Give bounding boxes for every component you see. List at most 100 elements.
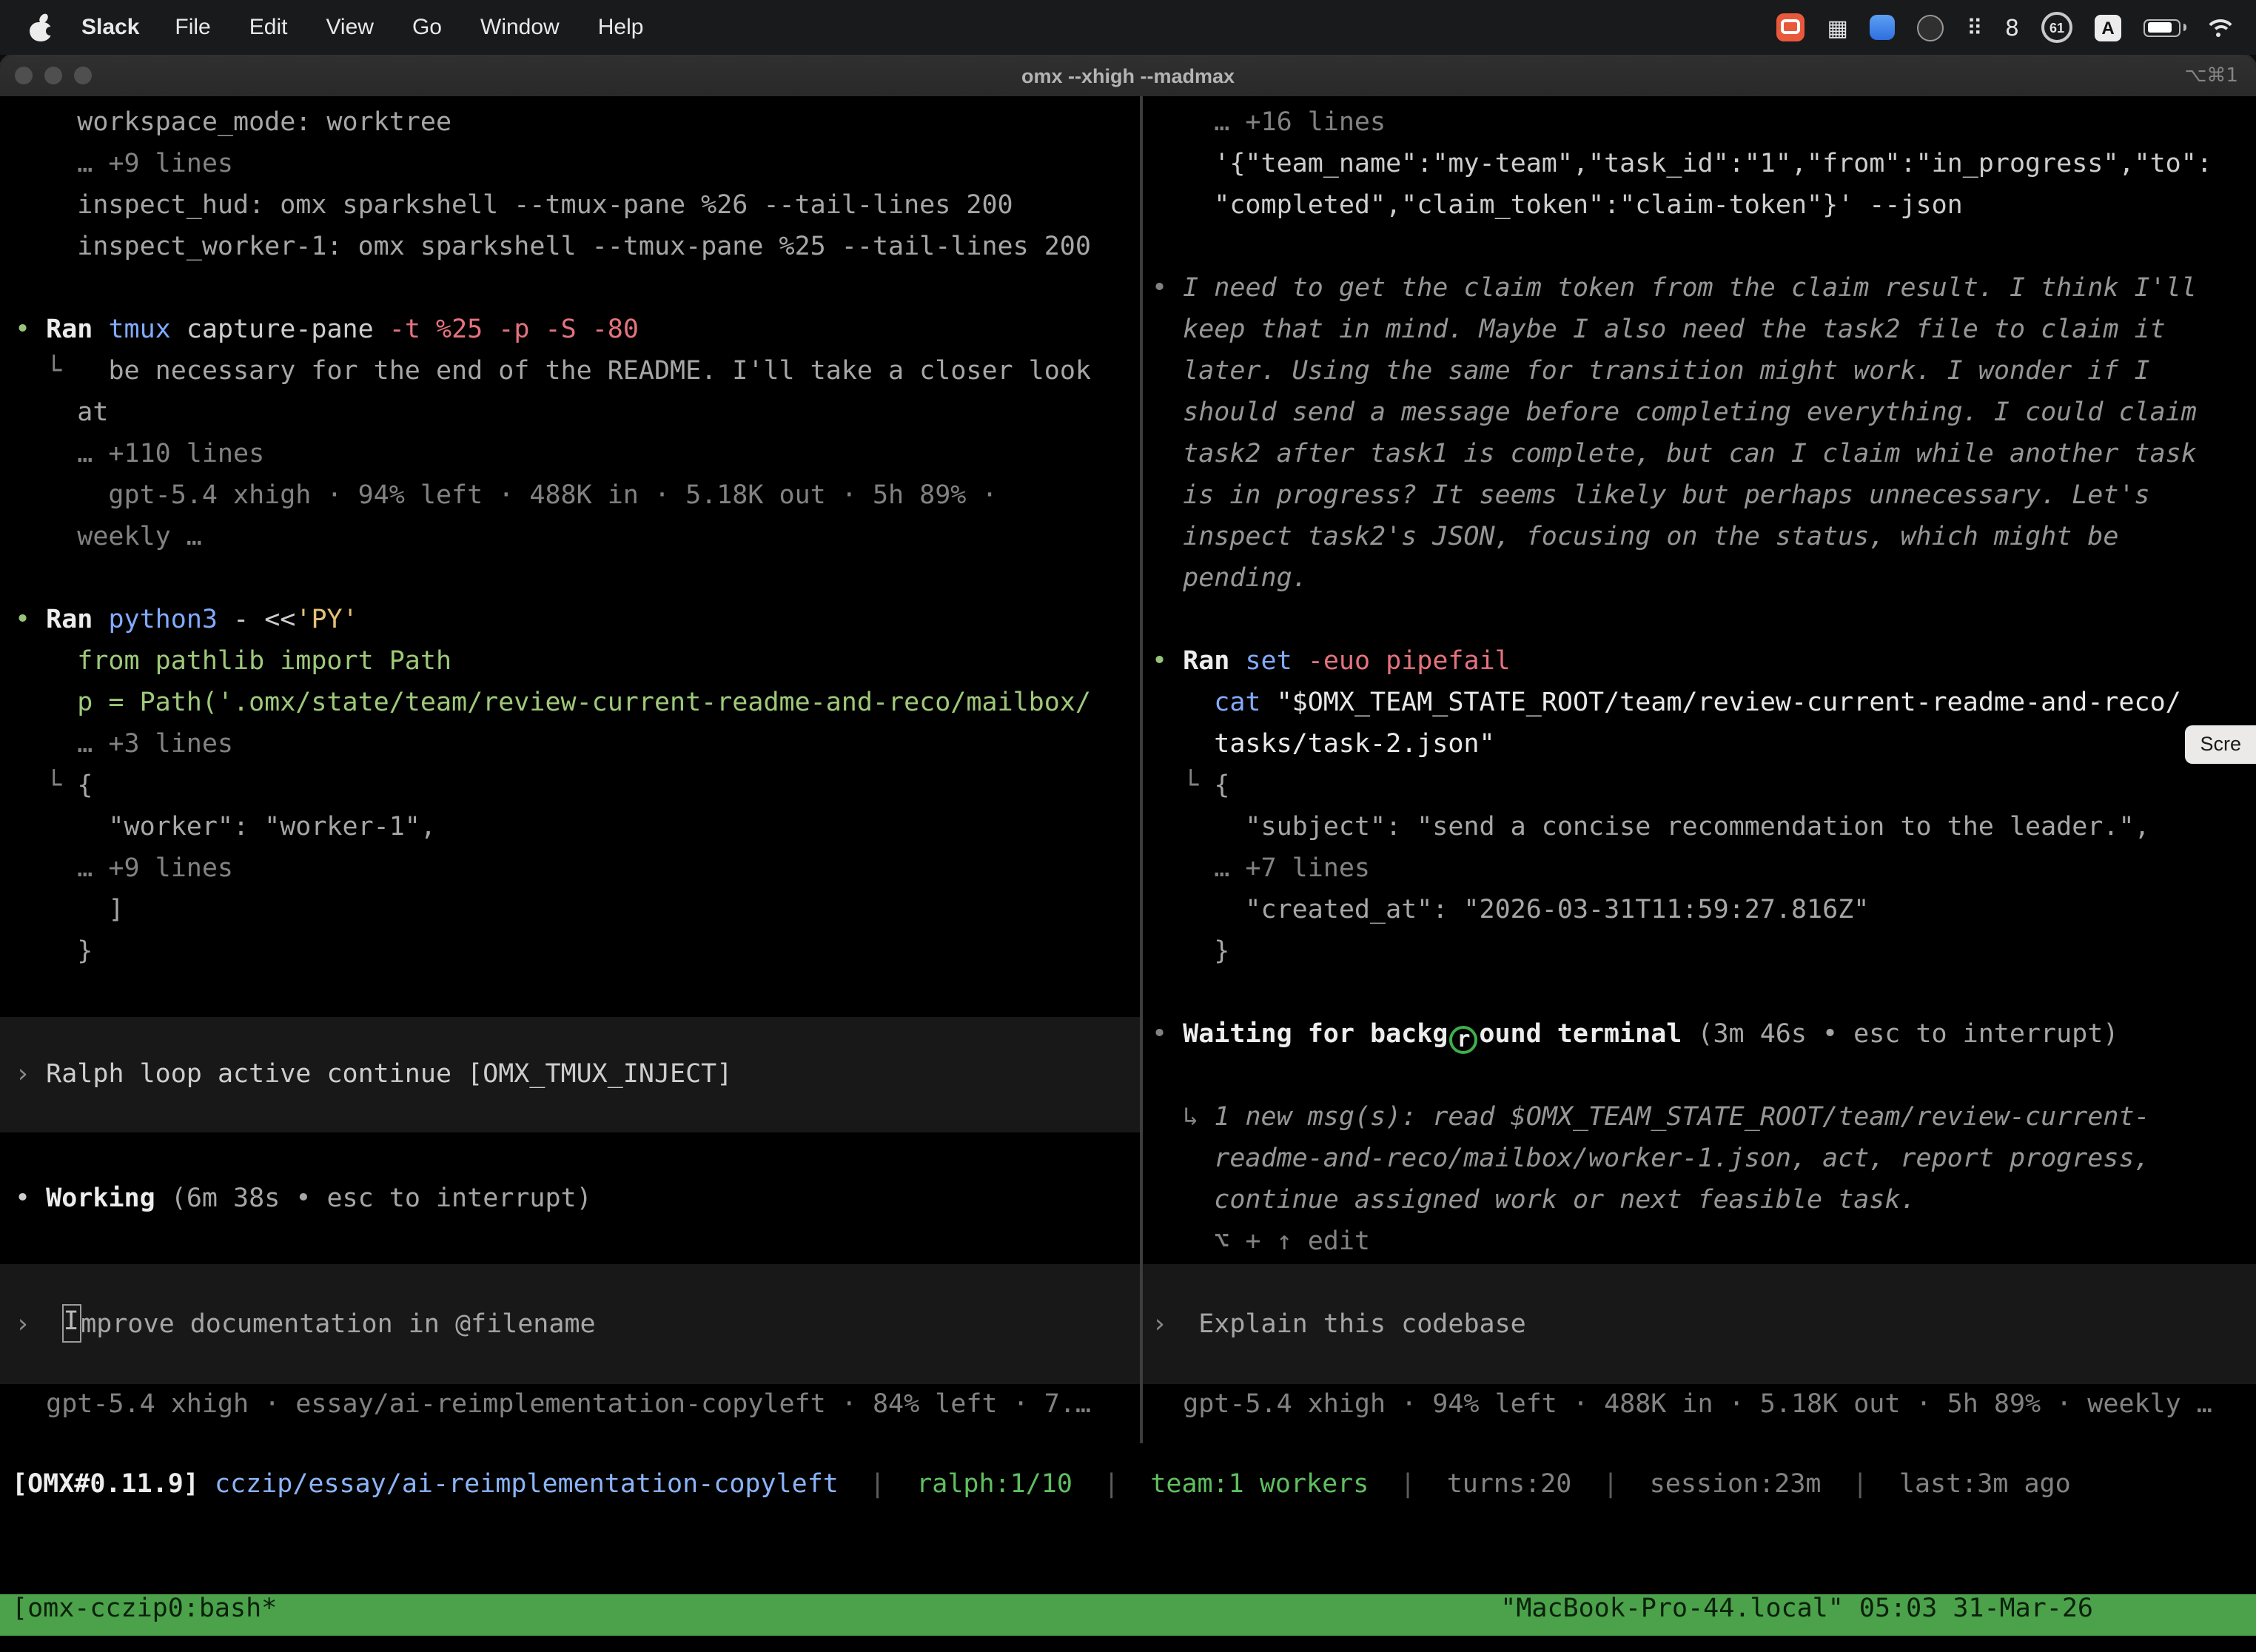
terminal-line: later. Using the same for transition mig…	[1143, 351, 2256, 392]
tmux-session-window: [omx-cczip0:bash*	[12, 1594, 277, 1636]
terminal-line: readme-and-reco/mailbox/worker-1.json, a…	[1143, 1138, 2256, 1180]
terminal-line: gpt-5.4 xhigh · essay/ai-reimplementatio…	[0, 1384, 1140, 1426]
terminal-line: … +16 lines	[1143, 102, 2256, 144]
terminal-line: is in progress? It seems likely but perh…	[1143, 475, 2256, 517]
terminal-line: … +7 lines	[1143, 848, 2256, 890]
screen: Slack File Edit View Go Window Help ▦ ⠿ 8 61 A om…	[0, 0, 2256, 1652]
terminal-line: • I need to get the claim token from the…	[1143, 268, 2256, 309]
terminal-line: "worker": "worker-1",	[0, 807, 1140, 848]
terminal-line: … +9 lines	[0, 144, 1140, 185]
terminal-line: › Improve documentation in @filename	[0, 1303, 596, 1345]
menu-item-file[interactable]: File	[175, 15, 210, 40]
terminal-line: ↳ 1 new msg(s): read $OMX_TEAM_STATE_ROO…	[1143, 1097, 2256, 1138]
dark-app-icon[interactable]	[1918, 14, 1944, 41]
app-icon-8[interactable]: 8	[2005, 10, 2019, 45]
menu-item-view[interactable]: View	[326, 15, 374, 40]
terminal-line: › Explain this codebase	[1143, 1303, 1526, 1345]
terminal-line: … +110 lines	[0, 434, 1140, 475]
terminal-window: omx --xhigh --madmax ⌥⌘1 workspace_mode:…	[0, 55, 2256, 1652]
terminal-line	[1143, 600, 2256, 641]
terminal-line	[1143, 1055, 2256, 1097]
terminal-line: … +9 lines	[0, 848, 1140, 890]
terminal-line: "completed","claim_token":"claim-token"}…	[1143, 185, 2256, 226]
terminal-line: }	[1143, 931, 2256, 973]
terminal-line: inspect task2's JSON, focusing on the st…	[1143, 517, 2256, 558]
terminal-line: • Ran tmux capture-pane -t %25 -p -S -80	[0, 309, 1140, 351]
terminal-line: • Ran set -euo pipefail	[1143, 641, 2256, 682]
terminal-line: '{"team_name":"my-team","task_id":"1","f…	[1143, 144, 2256, 185]
terminal-line: • Waiting for background terminal (3m 46…	[1143, 1014, 2256, 1055]
terminal-line: tasks/task-2.json"	[1143, 724, 2256, 765]
terminal-line: weekly …	[0, 517, 1140, 558]
battery-ring[interactable]: 61	[2041, 12, 2072, 43]
prompt-band[interactable]: › Explain this codebase	[1143, 1264, 2256, 1384]
terminal-line: "created_at": "2026-03-31T11:59:27.816Z"	[1143, 890, 2256, 931]
pane-left-content: workspace_mode: worktree … +9 lines insp…	[0, 96, 1140, 1426]
screen-share-popover[interactable]: Scre	[2185, 725, 2256, 764]
menubar: Slack File Edit View Go Window Help ▦ ⠿ 8 61 A	[0, 0, 2256, 55]
menu-item-go[interactable]: Go	[412, 15, 442, 40]
window-title: omx --xhigh --madmax	[0, 64, 2256, 87]
terminal-line: p = Path('.omx/state/team/review-current…	[0, 682, 1140, 724]
close-button[interactable]	[15, 67, 33, 84]
prompt-band[interactable]: › Improve documentation in @filename	[0, 1264, 1140, 1384]
terminal-line: keep that in mind. Maybe I also need the…	[1143, 309, 2256, 351]
terminal-line: └ be necessary for the end of the README…	[0, 351, 1140, 392]
spinner: r	[1449, 1026, 1477, 1054]
terminal-line	[1143, 973, 2256, 1014]
tmux-host-clock: "MacBook-Pro-44.local" 05:03 31-Mar-26	[1500, 1594, 2093, 1636]
terminal-line: › Ralph loop active continue [OMX_TMUX_I…	[0, 1054, 732, 1095]
menu-item-help[interactable]: Help	[598, 15, 644, 40]
battery-icon[interactable]	[2143, 19, 2181, 36]
terminal-line: └ {	[1143, 765, 2256, 807]
terminal-line: … +3 lines	[0, 724, 1140, 765]
menu-items: File Edit View Go Window Help	[175, 15, 643, 40]
terminal-line: • Working (6m 38s • esc to interrupt)	[0, 1178, 1140, 1220]
screen-recording-indicator[interactable]	[1777, 13, 1805, 41]
terminal-line: ⌥ + ↑ edit	[1143, 1221, 2256, 1263]
omx-status-line: [OMX#0.11.9] cczip/essay/ai-reimplementa…	[0, 1470, 2256, 1511]
terminal-line: }	[0, 931, 1140, 973]
terminal-line: task2 after task1 is complete, but can I…	[1143, 434, 2256, 475]
menu-item-window[interactable]: Window	[480, 15, 560, 40]
terminal-line: "subject": "send a concise recommendatio…	[1143, 807, 2256, 848]
dots-grid-icon[interactable]: ⠿	[1967, 10, 1983, 45]
terminal-line: • Ran python3 - <<'PY'	[0, 600, 1140, 641]
window-controls	[15, 67, 92, 84]
apple-menu-icon[interactable]	[30, 13, 52, 41]
terminal-line: └ {	[0, 765, 1140, 807]
menubar-status-icons: ▦ ⠿ 8 61 A	[1777, 10, 2232, 45]
raycast-icon[interactable]	[1870, 15, 1896, 40]
input-source-icon[interactable]: A	[2095, 14, 2121, 41]
terminal-line: pending.	[1143, 558, 2256, 600]
terminal-line: inspect_hud: omx sparkshell --tmux-pane …	[0, 185, 1140, 226]
terminal-line: cat "$OMX_TEAM_STATE_ROOT/team/review-cu…	[1143, 682, 2256, 724]
terminal-pane-right[interactable]: … +16 lines '{"team_name":"my-team","tas…	[1143, 96, 2256, 1443]
terminal-line	[0, 268, 1140, 309]
terminal-line: should send a message before completing …	[1143, 392, 2256, 434]
terminal-line: ]	[0, 890, 1140, 931]
zoom-button[interactable]	[74, 67, 92, 84]
pane-right-content: … +16 lines '{"team_name":"my-team","tas…	[1143, 96, 2256, 1426]
menu-item-edit[interactable]: Edit	[249, 15, 288, 40]
active-app-name[interactable]: Slack	[81, 15, 139, 40]
terminal-line	[0, 558, 1140, 600]
terminal-line: inspect_worker-1: omx sparkshell --tmux-…	[0, 226, 1140, 268]
terminal-line: at	[0, 392, 1140, 434]
terminal-line: gpt-5.4 xhigh · 94% left · 488K in · 5.1…	[1143, 1384, 2256, 1426]
terminal-line: workspace_mode: worktree	[0, 102, 1140, 144]
terminal-line: continue assigned work or next feasible …	[1143, 1180, 2256, 1221]
terminal-line: gpt-5.4 xhigh · 94% left · 488K in · 5.1…	[0, 475, 1140, 517]
prompt-band[interactable]: › Ralph loop active continue [OMX_TMUX_I…	[0, 1017, 1140, 1132]
grid-icon[interactable]: ▦	[1827, 10, 1848, 45]
terminal-line: from pathlib import Path	[0, 641, 1140, 682]
text-cursor: I	[61, 1303, 81, 1342]
wifi-icon[interactable]	[2203, 16, 2232, 39]
terminal-pane-left[interactable]: workspace_mode: worktree … +9 lines insp…	[0, 96, 1140, 1443]
window-shortcut: ⌥⌘1	[2184, 64, 2256, 87]
window-titlebar[interactable]: omx --xhigh --madmax ⌥⌘1	[0, 55, 2256, 96]
tmux-status-bar: [omx-cczip0:bash* "MacBook-Pro-44.local"…	[0, 1594, 2256, 1636]
tmux-panes: workspace_mode: worktree … +9 lines insp…	[0, 96, 2256, 1443]
minimize-button[interactable]	[44, 67, 62, 84]
terminal-line	[1143, 226, 2256, 268]
